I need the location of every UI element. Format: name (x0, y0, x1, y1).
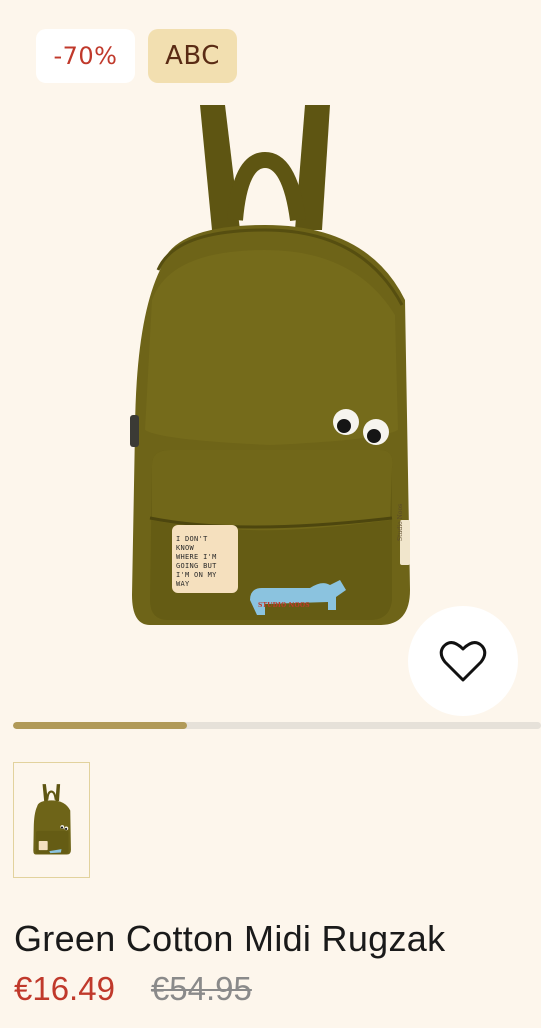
heart-outline-icon (439, 641, 487, 682)
discount-badge: -70% (36, 29, 135, 83)
patch-line: I'M ON MY (176, 571, 217, 579)
original-price: €54.95 (150, 970, 252, 1007)
price-row: €16.49 €54.95 (14, 970, 252, 1008)
sale-price: €16.49 (14, 970, 115, 1007)
patch-line: GOING BUT (176, 562, 217, 570)
wishlist-button[interactable] (408, 606, 518, 716)
gallery-progress-fill (13, 722, 188, 729)
gallery-progress-track (13, 722, 541, 729)
product-title: Green Cotton Midi Rugzak (14, 918, 446, 959)
patch-text: I DON'T KNOW WHERE I'M GOING BUT I'M ON … (176, 535, 236, 589)
backpack-image (130, 105, 410, 625)
patch-line: I DON'T (176, 535, 208, 543)
product-gallery[interactable]: -70% ABC I DON'T KNOW WHERE I'M GOING BU… (0, 0, 541, 716)
dog-patch-label: STUDIO NOOS (258, 602, 310, 609)
thumbnail-1[interactable] (13, 762, 90, 878)
backpack-thumbnail (32, 784, 71, 855)
brand-badge: ABC (148, 29, 237, 83)
side-label: Studio Noos (397, 503, 404, 541)
patch-line: WHERE I'M (176, 553, 217, 561)
patch-line: KNOW (176, 544, 195, 552)
patch-line: WAY (176, 580, 190, 588)
